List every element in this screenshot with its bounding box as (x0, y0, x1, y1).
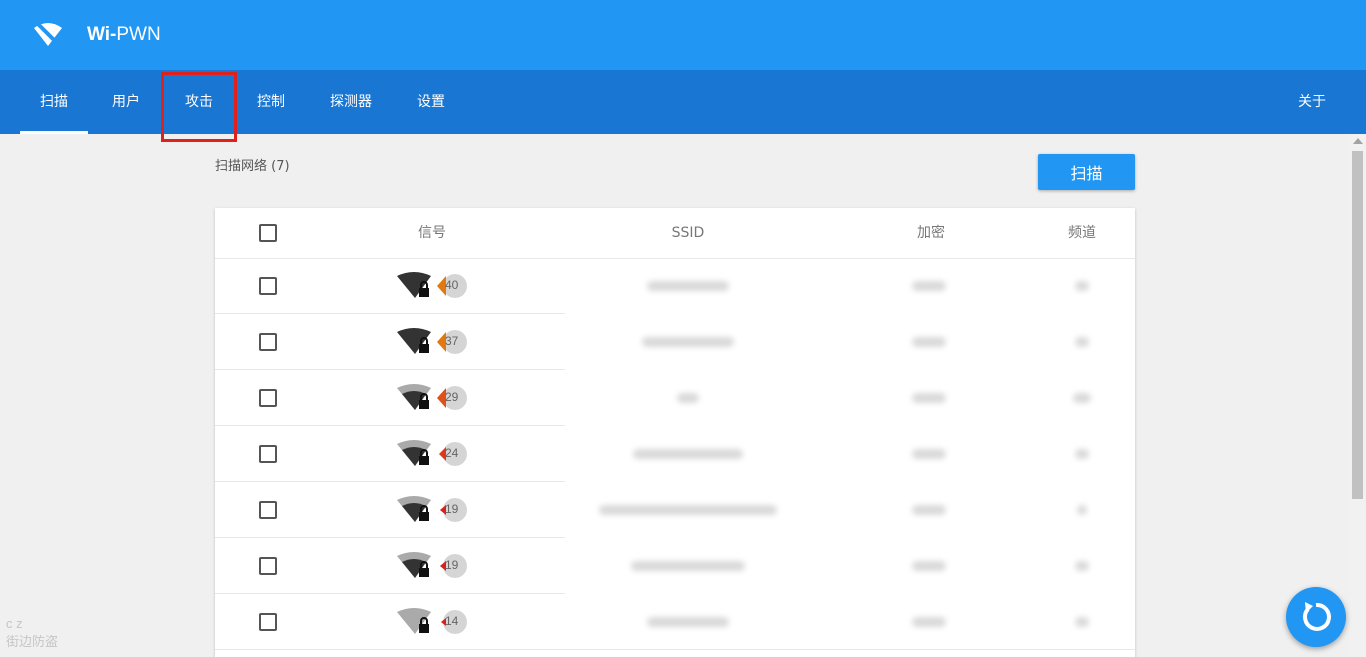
tab-detector[interactable]: 探测器 (330, 70, 372, 134)
signal-indicator: 40 (397, 272, 467, 302)
column-header-channel: 频道 (1068, 225, 1096, 241)
signal-value: 37 (445, 334, 459, 348)
active-tab-indicator (20, 131, 88, 134)
tab-attack[interactable]: 攻击 (185, 70, 213, 134)
column-header-signal: 信号 (418, 225, 446, 241)
signal-value: 19 (445, 502, 459, 516)
encryption-redacted (912, 281, 946, 291)
tab-settings[interactable]: 设置 (417, 70, 445, 134)
channel-redacted (1075, 561, 1089, 571)
wifi-off-logo-icon (34, 20, 62, 48)
encryption-redacted (912, 617, 946, 627)
row-checkbox[interactable] (259, 445, 277, 463)
table-row[interactable]: 14 (215, 594, 1135, 650)
row-checkbox[interactable] (259, 501, 277, 519)
signal-indicator: 14 (397, 608, 467, 638)
row-checkbox[interactable] (259, 277, 277, 295)
signal-value: 24 (445, 446, 459, 460)
encryption-redacted (912, 561, 946, 571)
select-all-checkbox[interactable] (259, 224, 277, 242)
ssid-redacted (647, 281, 729, 291)
column-header-encryption: 加密 (917, 225, 945, 241)
signal-value: 14 (445, 614, 459, 628)
encryption-redacted (912, 337, 946, 347)
encryption-redacted (912, 449, 946, 459)
watermark: c z 街边防盗 (6, 616, 59, 649)
table-row[interactable]: 37 (215, 314, 1135, 370)
ssid-redacted (677, 393, 699, 403)
row-divider (215, 649, 1135, 650)
table-row[interactable]: 29 (215, 370, 1135, 426)
scroll-up-icon[interactable] (1353, 138, 1363, 144)
tab-users[interactable]: 用户 (112, 70, 140, 134)
channel-redacted (1075, 337, 1089, 347)
channel-redacted (1075, 617, 1089, 627)
refresh-button[interactable] (1286, 587, 1346, 647)
scroll-thumb[interactable] (1352, 151, 1363, 499)
row-checkbox[interactable] (259, 613, 277, 631)
tab-scan[interactable]: 扫描 (40, 70, 68, 134)
app-bar: Wi-PWN (0, 0, 1366, 70)
ssid-redacted (599, 505, 777, 515)
row-checkbox[interactable] (259, 333, 277, 351)
refresh-icon (1302, 602, 1331, 631)
table-row[interactable]: 24 (215, 426, 1135, 482)
scan-button[interactable]: 扫描 (1038, 154, 1135, 190)
ssid-redacted (633, 449, 743, 459)
signal-value: 29 (445, 390, 459, 404)
signal-indicator: 24 (397, 440, 467, 470)
nav-bar: 扫描 用户 攻击 控制 探测器 设置 关于 (0, 70, 1366, 134)
encryption-redacted (912, 393, 946, 403)
tab-about[interactable]: 关于 (1298, 70, 1326, 134)
networks-table: 信号 SSID 加密 频道 40 37 29 24 19 19 14 (215, 208, 1135, 657)
channel-redacted (1073, 393, 1091, 403)
table-row[interactable]: 19 (215, 538, 1135, 594)
channel-redacted (1075, 281, 1089, 291)
scan-networks-title: 扫描网络 (7) (215, 159, 290, 174)
app-title: Wi-PWN (87, 24, 161, 45)
table-row[interactable]: 19 (215, 482, 1135, 538)
table-row[interactable]: 40 (215, 258, 1135, 314)
signal-indicator: 19 (397, 552, 467, 582)
page-scrollbar[interactable] (1349, 134, 1366, 657)
encryption-redacted (912, 505, 946, 515)
signal-indicator: 19 (397, 496, 467, 526)
column-header-ssid: SSID (671, 225, 705, 241)
channel-redacted (1075, 449, 1089, 459)
ssid-redacted (642, 337, 734, 347)
ssid-redacted (631, 561, 745, 571)
row-checkbox[interactable] (259, 389, 277, 407)
signal-indicator: 37 (397, 328, 467, 358)
signal-value: 19 (445, 558, 459, 572)
channel-redacted (1077, 505, 1087, 515)
signal-value: 40 (445, 278, 459, 292)
row-checkbox[interactable] (259, 557, 277, 575)
ssid-redacted (647, 617, 729, 627)
signal-indicator: 29 (397, 384, 467, 414)
tab-control[interactable]: 控制 (257, 70, 285, 134)
